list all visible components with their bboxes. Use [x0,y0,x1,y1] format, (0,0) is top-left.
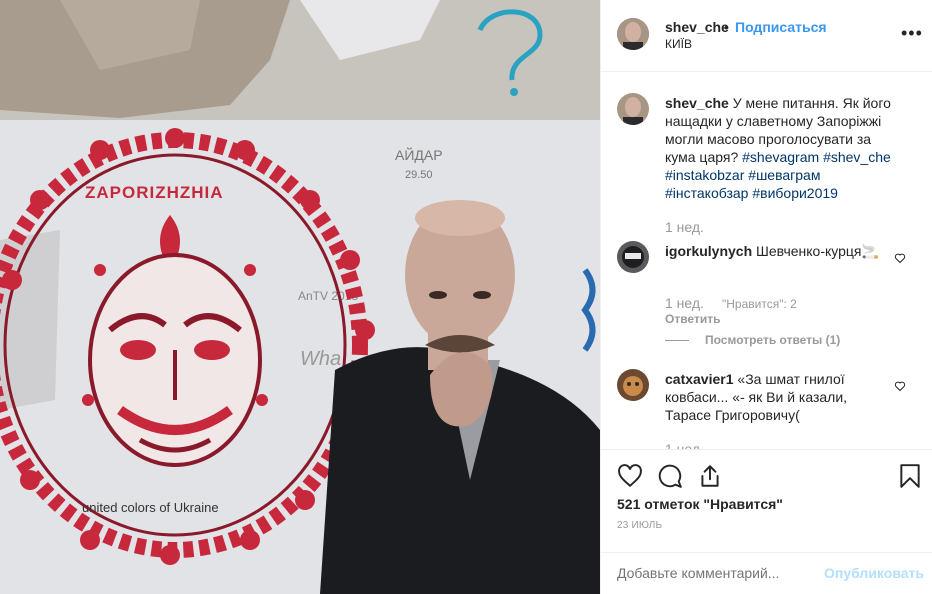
comment-body: Шевченко-курця🚬 [756,243,879,259]
comment-likes[interactable]: "Нравится": 2 [722,297,797,311]
svg-text:АЙДАР: АЙДАР [395,146,443,163]
comments-list[interactable]: shev_che У мене питання. Як його нащадки… [601,73,932,449]
caption-username[interactable]: shev_che [665,95,729,111]
replies-divider [665,340,689,342]
view-replies-label: Посмотреть ответы (1) [705,333,841,347]
comment-time: 1 нед. [665,441,704,449]
add-comment-bar: Опубликовать [601,552,932,594]
location-link[interactable]: КИЇВ [665,37,692,51]
hashtag-link[interactable]: #інстакобзар [665,185,748,201]
likes-count[interactable]: 521 отметок "Нравится" [617,496,783,512]
svg-text:29.50: 29.50 [405,169,433,181]
bookmark-icon[interactable] [897,463,923,489]
hashtag-link[interactable]: #shevagram [742,149,819,165]
caption-text: shev_che У мене питання. Як його нащадки… [665,94,895,202]
post-date[interactable]: 23 ИЮЛЬ [617,520,662,531]
heart-icon[interactable] [617,463,643,489]
post-comment-button[interactable]: Опубликовать [824,565,924,581]
share-icon[interactable] [697,463,723,489]
hashtag-link[interactable]: #вибори2019 [752,185,838,201]
post-panel: shev_che • Подписаться КИЇВ ••• shev_che… [600,0,932,594]
post-header: shev_che • Подписаться КИЇВ ••• [601,0,932,72]
post-photo[interactable]: АЙДАР 29.50 AnTV 2018 Wha ZAPORIZHZHIA u… [0,0,600,594]
comment-time: 1 нед. [665,295,704,311]
comment-avatar[interactable] [617,369,649,401]
username-link[interactable]: shev_che [665,19,729,35]
hashtag-link[interactable]: #shev_che [823,149,891,165]
svg-text:Wha: Wha [300,348,341,370]
comment-avatar[interactable] [617,241,649,273]
caption-avatar[interactable] [617,93,649,125]
comment-username[interactable]: catxavier1 [665,371,734,387]
comment-text: igorkulynych Шевченко-курця🚬 [665,242,885,260]
follow-button[interactable]: Подписаться [735,19,827,35]
view-replies-button[interactable]: Посмотреть ответы (1) [665,333,840,347]
comment-input[interactable] [617,565,807,581]
caption-time: 1 нед. [665,219,704,235]
art-title: ZAPORIZHZHIA [85,183,224,202]
hashtag-link[interactable]: #шеваграм [748,167,820,183]
avatar[interactable] [617,18,649,50]
comment-text: catxavier1 «За шмат гнилої ковбаси... «-… [665,370,885,424]
separator-dot: • [724,19,729,35]
comment-username[interactable]: igorkulynych [665,243,752,259]
photo-illustration: АЙДАР 29.50 AnTV 2018 Wha ZAPORIZHZHIA u… [0,0,600,594]
heart-icon[interactable] [894,252,906,264]
heart-icon[interactable] [894,380,906,392]
hashtag-link[interactable]: #instakobzar [665,167,744,183]
more-icon[interactable]: ••• [901,24,923,42]
reply-button[interactable]: Ответить [665,312,720,326]
comment-icon[interactable] [657,463,683,489]
art-caption: united colors of Ukraine [82,500,219,515]
